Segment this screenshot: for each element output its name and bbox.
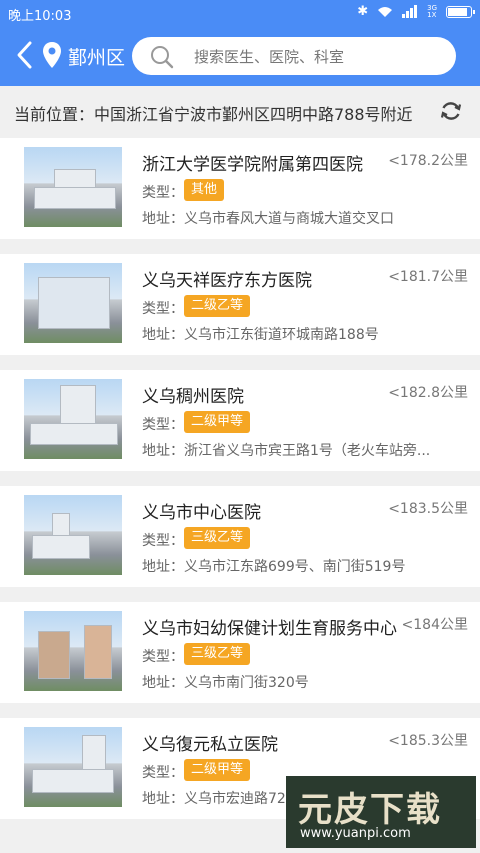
- hospital-type-badge: 三级乙等: [184, 643, 251, 665]
- hospital-photo: [24, 263, 122, 343]
- back-arrow-icon[interactable]: [14, 40, 36, 70]
- wifi-icon: [378, 6, 393, 17]
- hospital-name: 义乌市妇幼保健计划生育服务中心: [142, 619, 397, 639]
- hospital-distance: <184公里: [401, 617, 468, 633]
- hospital-name: 义乌復元私立医院: [142, 735, 278, 755]
- hospital-type-badge: 二级甲等: [184, 411, 251, 433]
- refresh-icon[interactable]: [440, 100, 462, 122]
- hospital-photo: [24, 611, 122, 691]
- hospital-photo: [24, 727, 122, 807]
- hospital-photo: [24, 379, 122, 459]
- hospital-photo: [24, 147, 122, 227]
- hospital-distance: <181.7公里: [388, 269, 468, 285]
- hospital-type-badge: 其他: [184, 179, 225, 201]
- hospital-distance: <182.8公里: [388, 385, 468, 401]
- type-label: 类型：: [142, 533, 184, 549]
- hospital-card[interactable]: 浙江大学医学院附属第四医院 <178.2公里 类型： 其他 地址：义乌市春风大道…: [0, 138, 480, 239]
- hospital-card[interactable]: 义乌稠州医院 <182.8公里 类型： 二级甲等 地址：浙江省义乌市宾王路1号（…: [0, 370, 480, 471]
- type-label: 类型：: [142, 765, 184, 781]
- current-location-text: 当前位置：中国浙江省宁波市鄞州区四明中路788号附近: [14, 105, 413, 124]
- battery-icon: [446, 5, 475, 18]
- current-location-bar: 当前位置：中国浙江省宁波市鄞州区四明中路788号附近: [0, 86, 480, 136]
- hospital-address: 地址：浙江省义乌市宾王路1号（老火车站旁...: [142, 443, 431, 459]
- watermark: 元皮下载 www.yuanpi.com: [286, 776, 476, 848]
- status-time: 晚上10:03: [8, 9, 72, 24]
- hospital-card[interactable]: 义乌天祥医疗东方医院 <181.7公里 类型： 二级乙等 地址：义乌市江东街道环…: [0, 254, 480, 355]
- search-input[interactable]: [192, 45, 446, 69]
- hospital-card[interactable]: 义乌市中心医院 <183.5公里 类型： 三级乙等 地址：义乌市江东路699号、…: [0, 486, 480, 587]
- type-label: 类型：: [142, 301, 184, 317]
- bluetooth-icon: ✱: [357, 4, 369, 19]
- hospital-list: 浙江大学医学院附属第四医院 <178.2公里 类型： 其他 地址：义乌市春风大道…: [0, 138, 480, 834]
- search-icon: [151, 46, 174, 69]
- hospital-card[interactable]: 义乌市妇幼保健计划生育服务中心 <184公里 类型： 三级乙等 地址：义乌市南门…: [0, 602, 480, 703]
- header-bar: 鄞州区: [0, 26, 480, 86]
- watermark-title: 元皮下载: [298, 790, 442, 830]
- status-icons: ✱ 3G 1X: [357, 3, 475, 19]
- status-bar: 晚上10:03 ✱ 3G 1X: [0, 0, 480, 26]
- hospital-name: 义乌天祥医疗东方医院: [142, 271, 312, 291]
- hospital-address: 地址：义乌市江东路699号、南门街519号: [142, 559, 406, 575]
- hospital-type-badge: 三级乙等: [184, 527, 251, 549]
- hospital-name: 浙江大学医学院附属第四医院: [142, 155, 363, 175]
- type-label: 类型：: [142, 417, 184, 433]
- hospital-type-badge: 二级甲等: [184, 759, 251, 781]
- hospital-distance: <178.2公里: [388, 153, 468, 169]
- network-type: 3G 1X: [427, 3, 437, 19]
- search-box[interactable]: [132, 37, 456, 75]
- type-label: 类型：: [142, 185, 184, 201]
- hospital-distance: <185.3公里: [388, 733, 468, 749]
- watermark-url: www.yuanpi.com: [300, 826, 411, 841]
- hospital-photo: [24, 495, 122, 575]
- hospital-name: 义乌市中心医院: [142, 503, 261, 523]
- signal-icon: [402, 5, 418, 18]
- location-pin-icon[interactable]: [42, 41, 62, 69]
- hospital-address: 地址：义乌市南门街320号: [142, 675, 309, 691]
- hospital-address: 地址：义乌市江东街道环城南路188号: [142, 327, 379, 343]
- hospital-name: 义乌稠州医院: [142, 387, 244, 407]
- hospital-type-badge: 二级乙等: [184, 295, 251, 317]
- type-label: 类型：: [142, 649, 184, 665]
- hospital-distance: <183.5公里: [388, 501, 468, 517]
- region-selector[interactable]: 鄞州区: [68, 43, 125, 70]
- hospital-address: 地址：义乌市春风大道与商城大道交叉口: [142, 211, 394, 227]
